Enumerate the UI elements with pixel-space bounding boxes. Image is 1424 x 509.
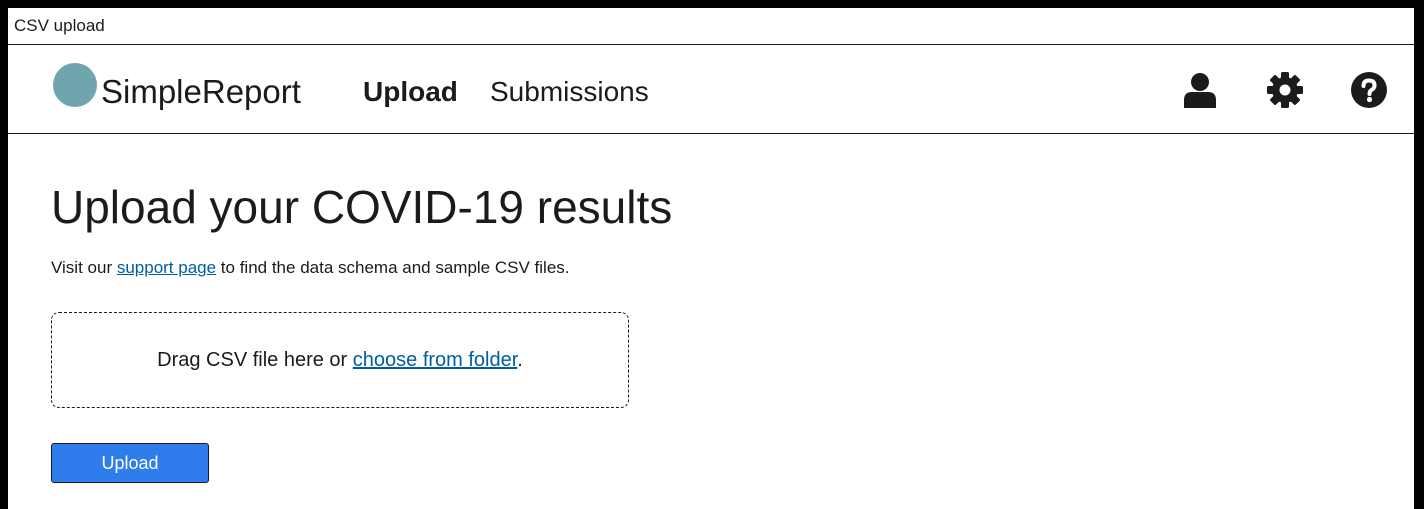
dropzone-text-before: Drag CSV file here or bbox=[157, 349, 353, 371]
page-title: Upload your COVID-19 results bbox=[51, 181, 673, 233]
nav-submissions[interactable]: Submissions bbox=[490, 75, 649, 109]
choose-from-folder-link[interactable]: choose from folder bbox=[353, 349, 518, 371]
dropzone-text-after: . bbox=[517, 349, 523, 371]
support-text-before: Visit our bbox=[51, 258, 117, 277]
file-dropzone[interactable]: Drag CSV file here or choose from folder… bbox=[51, 312, 629, 408]
user-icon[interactable] bbox=[1181, 71, 1219, 109]
logo bbox=[53, 63, 97, 107]
brand-name[interactable]: SimpleReport bbox=[101, 72, 301, 112]
app-window: CSV upload SimpleReport Upload Submissio… bbox=[8, 8, 1414, 509]
upload-button[interactable]: Upload bbox=[51, 443, 209, 483]
gear-icon[interactable] bbox=[1266, 71, 1304, 109]
support-text-after: to find the data schema and sample CSV f… bbox=[216, 258, 570, 277]
support-page-link[interactable]: support page bbox=[117, 258, 216, 277]
nav-upload[interactable]: Upload bbox=[363, 75, 458, 109]
window-titlebar: CSV upload bbox=[8, 8, 1414, 45]
dropzone-text: Drag CSV file here or choose from folder… bbox=[157, 348, 523, 372]
top-navigation: SimpleReport Upload Submissions bbox=[8, 45, 1414, 134]
window-title: CSV upload bbox=[14, 16, 105, 35]
help-icon[interactable] bbox=[1350, 71, 1388, 109]
support-text: Visit our support page to find the data … bbox=[51, 258, 570, 278]
